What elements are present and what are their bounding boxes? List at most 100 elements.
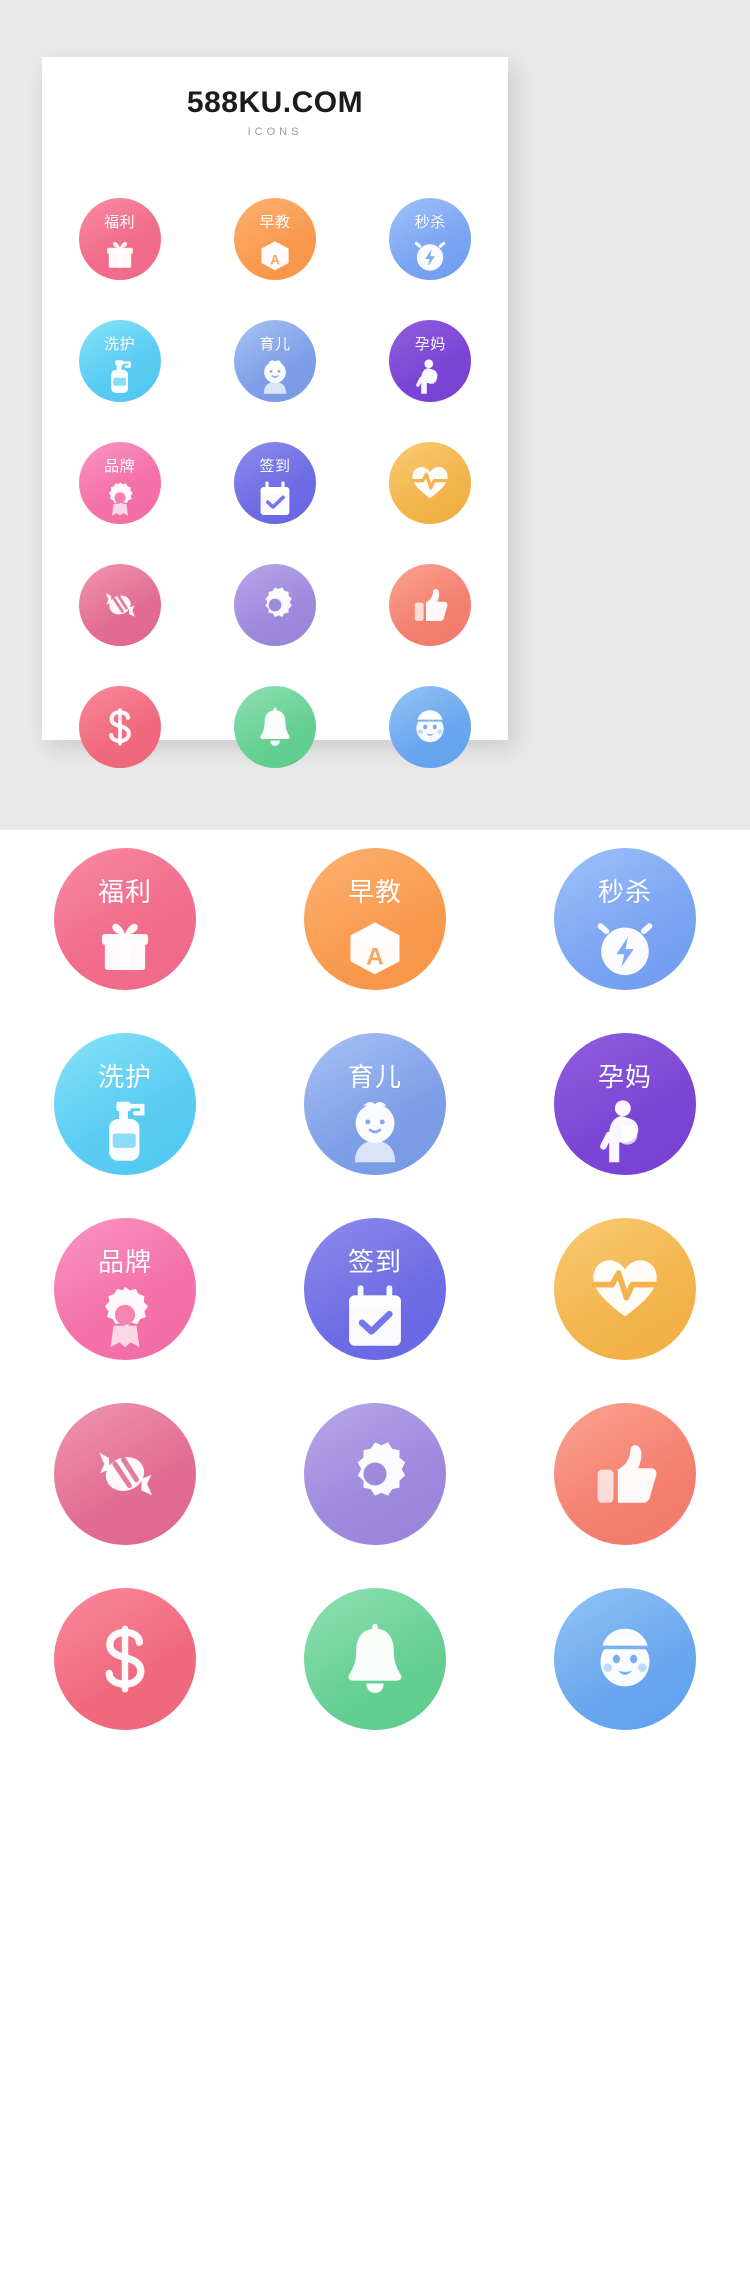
block-a-button[interactable]: 早教 A — [233, 198, 316, 280]
thumbs-up-icon — [389, 564, 471, 646]
pregnant-icon — [554, 1099, 696, 1165]
alarm-bolt-icon — [389, 236, 471, 274]
baby-face-button[interactable] — [554, 1588, 696, 1730]
thumbs-up-icon — [554, 1403, 696, 1545]
gear-icon — [304, 1403, 446, 1545]
pregnant-button[interactable]: 孕妈 — [389, 320, 472, 402]
icon-cell — [353, 564, 508, 646]
icon-cell: 签到 — [250, 1218, 500, 1360]
medal-button[interactable]: 品牌 — [54, 1218, 196, 1360]
lotion-icon — [79, 358, 161, 396]
icon-grid-large: 福利 早教 A 秒杀洗护 育儿 孕妈品牌 签到 — [0, 848, 750, 1730]
icon-label: 秒杀 — [414, 214, 446, 231]
thumbs-up-button[interactable] — [389, 564, 472, 646]
baby-button[interactable]: 育儿 — [304, 1033, 446, 1175]
heartbeat-icon — [554, 1218, 696, 1360]
icon-set-page: 588KU.COM ICONS 福利 早教 A 秒杀 洗护 育儿 孕妈 品牌 签到 福利 早教 A 秒… — [0, 0, 750, 2271]
calendar-check-icon — [234, 480, 316, 518]
gift-icon — [79, 236, 161, 274]
icon-cell — [250, 1403, 500, 1545]
bell-button[interactable] — [304, 1588, 446, 1730]
medal-button[interactable]: 品牌 — [78, 442, 161, 524]
block-a-button[interactable]: 早教 A — [304, 848, 446, 990]
bell-icon — [304, 1588, 446, 1730]
alarm-bolt-button[interactable]: 秒杀 — [554, 848, 696, 990]
candy-button[interactable] — [54, 1403, 196, 1545]
icon-cell: 品牌 — [42, 442, 197, 524]
gift-button[interactable]: 福利 — [54, 848, 196, 990]
icon-label: 洗护 — [97, 1062, 152, 1092]
icon-label: 福利 — [97, 877, 152, 907]
candy-icon — [79, 564, 161, 646]
dollar-icon — [79, 686, 161, 768]
gift-icon — [54, 914, 196, 980]
icon-cell — [500, 1588, 750, 1730]
gear-button[interactable] — [233, 564, 316, 646]
icon-label: 早教 — [259, 214, 291, 231]
baby-face-icon — [554, 1588, 696, 1730]
icon-cell — [197, 564, 352, 646]
icon-cell — [42, 686, 197, 768]
icon-cell — [353, 686, 508, 768]
dollar-icon — [54, 1588, 196, 1730]
heartbeat-button[interactable] — [554, 1218, 696, 1360]
lotion-button[interactable]: 洗护 — [78, 320, 161, 402]
page-title: 588KU.COM — [186, 86, 364, 119]
medal-icon — [79, 480, 161, 518]
icon-cell: 福利 — [42, 198, 197, 280]
gear-button[interactable] — [304, 1403, 446, 1545]
candy-button[interactable] — [78, 564, 161, 646]
gift-button[interactable]: 福利 — [78, 198, 161, 280]
icon-cell: 洗护 — [42, 320, 197, 402]
icon-cell: 签到 — [197, 442, 352, 524]
baby-icon — [304, 1099, 446, 1165]
bell-button[interactable] — [233, 686, 316, 768]
block-a-icon: A — [234, 236, 316, 274]
heartbeat-button[interactable] — [389, 442, 472, 524]
icon-cell: 秒杀 — [353, 198, 508, 280]
icon-label: 孕妈 — [597, 1062, 652, 1092]
pregnant-icon — [389, 358, 471, 396]
gear-icon — [234, 564, 316, 646]
thumbs-up-button[interactable] — [554, 1403, 696, 1545]
icon-label: 育儿 — [259, 336, 291, 353]
icon-cell: 秒杀 — [500, 848, 750, 990]
preview-backdrop: 588KU.COM ICONS 福利 早教 A 秒杀洗护 育儿 孕妈品牌 签到 — [0, 0, 750, 830]
bell-icon — [234, 686, 316, 768]
dollar-button[interactable] — [54, 1588, 196, 1730]
dollar-button[interactable] — [78, 686, 161, 768]
icon-label: 孕妈 — [414, 336, 446, 353]
icon-cell — [42, 564, 197, 646]
icon-cell — [353, 442, 508, 524]
alarm-bolt-button[interactable]: 秒杀 — [389, 198, 472, 280]
icon-label: 签到 — [259, 458, 291, 475]
pregnant-button[interactable]: 孕妈 — [554, 1033, 696, 1175]
icon-cell: 洗护 — [0, 1033, 250, 1175]
icon-cell: 早教 A — [197, 198, 352, 280]
icon-label: 福利 — [104, 214, 136, 231]
heartbeat-icon — [389, 442, 471, 524]
icon-cell: 早教 A — [250, 848, 500, 990]
svg-text:A: A — [270, 253, 280, 268]
icon-cell — [250, 1588, 500, 1730]
baby-face-icon — [389, 686, 471, 768]
block-a-icon: A — [304, 914, 446, 980]
page-subtitle: ICONS — [247, 126, 303, 138]
baby-button[interactable]: 育儿 — [233, 320, 316, 402]
calendar-check-button[interactable]: 签到 — [304, 1218, 446, 1360]
calendar-check-button[interactable]: 签到 — [233, 442, 316, 524]
icon-showcase: 福利 早教 A 秒杀洗护 育儿 孕妈品牌 签到 — [0, 830, 750, 2271]
icon-cell — [500, 1218, 750, 1360]
icon-cell — [0, 1588, 250, 1730]
icon-cell: 孕妈 — [353, 320, 508, 402]
icon-label: 签到 — [347, 1247, 402, 1277]
icon-label: 洗护 — [104, 336, 136, 353]
lotion-button[interactable]: 洗护 — [54, 1033, 196, 1175]
svg-text:A: A — [366, 943, 384, 970]
icon-label: 品牌 — [97, 1247, 152, 1277]
icon-cell: 品牌 — [0, 1218, 250, 1360]
alarm-bolt-icon — [554, 914, 696, 980]
baby-face-button[interactable] — [389, 686, 472, 768]
baby-icon — [234, 358, 316, 396]
icon-cell: 育儿 — [197, 320, 352, 402]
